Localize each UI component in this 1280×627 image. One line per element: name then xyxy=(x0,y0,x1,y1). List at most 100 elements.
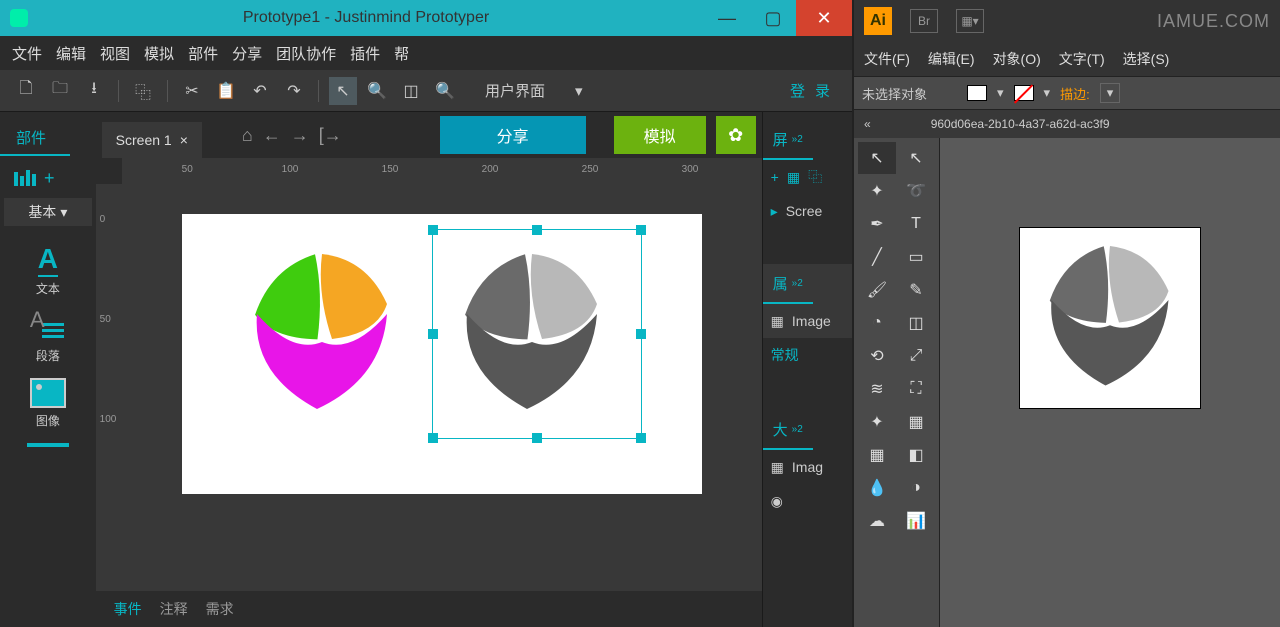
plus-icon[interactable]: + xyxy=(771,169,779,185)
ai-blob-icon[interactable]: ◔ xyxy=(858,307,896,339)
screens-tab[interactable]: 屏»2 xyxy=(763,120,813,160)
stroke-swatch[interactable] xyxy=(1014,85,1034,101)
ai-direct-icon[interactable]: ↖ xyxy=(897,142,935,174)
ai-wand-icon[interactable]: ✦ xyxy=(858,175,896,207)
ai-pen-icon[interactable]: ✒ xyxy=(858,208,896,240)
ai-type-icon[interactable]: T xyxy=(897,208,935,240)
menu-share[interactable]: 分享 xyxy=(232,43,262,64)
ai-free-icon[interactable]: ⛶ xyxy=(897,373,935,405)
menu-widgets[interactable]: 部件 xyxy=(188,43,218,64)
widgets-tab[interactable]: 部件 xyxy=(0,120,70,156)
ai-lasso-icon[interactable]: ➰ xyxy=(897,175,935,207)
ai-menu-file[interactable]: 文件(F) xyxy=(864,49,910,69)
minimize-button[interactable]: — xyxy=(704,0,750,36)
ai-canvas[interactable] xyxy=(940,138,1280,627)
close-tab-icon[interactable]: × xyxy=(180,132,188,148)
redo-icon[interactable]: ↷ xyxy=(280,77,308,105)
undo-icon[interactable]: ↶ xyxy=(246,77,274,105)
menu-simulate[interactable]: 模拟 xyxy=(144,43,174,64)
selection-box[interactable] xyxy=(432,229,642,439)
menu-file[interactable]: 文件 xyxy=(12,43,42,64)
canvas[interactable] xyxy=(122,184,762,591)
ai-doc-tab[interactable]: « 960d06ea-2b10-4a37-a62d-ac3f9 xyxy=(854,110,1280,138)
new-icon[interactable]: 🗋 xyxy=(12,77,40,105)
ai-symbol-icon[interactable]: ☁ xyxy=(858,505,896,537)
eye-icon[interactable]: ◉ xyxy=(771,493,783,510)
ai-rotate-icon[interactable]: ⟲ xyxy=(858,340,896,372)
events-tab[interactable]: 事件 xyxy=(114,599,142,619)
basic-button[interactable]: 基本▾ xyxy=(4,198,92,226)
dropdown-label: 用户界面 xyxy=(485,80,545,101)
menu-view[interactable]: 视图 xyxy=(100,43,130,64)
select-icon[interactable]: ↖ xyxy=(329,77,357,105)
fill-swatch[interactable] xyxy=(967,85,987,101)
watermark: IAMUE.COM xyxy=(1157,11,1270,32)
layout-icon[interactable]: ▦▾ xyxy=(956,9,984,33)
simulate-button[interactable]: 模拟 xyxy=(614,116,706,154)
ai-persp-icon[interactable]: ▦ xyxy=(897,406,935,438)
img-icon[interactable]: ▦ xyxy=(787,169,800,186)
add-icon[interactable]: + xyxy=(44,168,55,189)
save-icon[interactable]: ⭳ xyxy=(80,77,108,105)
maximize-button[interactable]: ▢ xyxy=(750,0,796,36)
menu-team[interactable]: 团队协作 xyxy=(276,43,336,64)
ai-pencil-icon[interactable]: ✎ xyxy=(897,274,935,306)
image-widget[interactable]: 图像 xyxy=(0,378,96,429)
home-icon[interactable]: ⌂ xyxy=(242,125,253,146)
text-widget[interactable]: A 文本 xyxy=(0,244,96,297)
menu-plugins[interactable]: 插件 xyxy=(350,43,380,64)
menu-edit[interactable]: 编辑 xyxy=(56,43,86,64)
back-icon[interactable]: ← xyxy=(263,125,281,146)
ai-rect-icon[interactable]: ▭ xyxy=(897,241,935,273)
view-dropdown[interactable]: 用户界面 ▾ xyxy=(475,76,593,105)
bridge-icon[interactable]: Br xyxy=(910,9,938,33)
props-tab[interactable]: 属»2 xyxy=(763,264,813,304)
open-icon[interactable]: 🗀 xyxy=(46,77,74,105)
requirements-tab[interactable]: 需求 xyxy=(206,599,234,619)
ai-menu-object[interactable]: 对象(O) xyxy=(993,49,1041,69)
share-button[interactable]: 分享 xyxy=(440,116,586,154)
ai-logo-gray[interactable] xyxy=(1020,228,1200,408)
ai-line-icon[interactable]: ╱ xyxy=(858,241,896,273)
window-title: Prototype1 - Justinmind Prototyper xyxy=(28,9,704,27)
size-tab[interactable]: 大»2 xyxy=(763,410,813,450)
zoom-icon[interactable]: 🔍 xyxy=(363,77,391,105)
paste-icon[interactable]: 📋 xyxy=(212,77,240,105)
ai-blend-icon[interactable]: ◑ xyxy=(897,472,935,504)
ai-eyedrop-icon[interactable]: 💧 xyxy=(858,472,896,504)
ai-graph-icon[interactable]: 📊 xyxy=(897,505,935,537)
login-link[interactable]: 登录 xyxy=(790,80,840,101)
ai-menu-select[interactable]: 选择(S) xyxy=(1123,49,1170,69)
ai-shape-icon[interactable]: ✦ xyxy=(858,406,896,438)
ai-menu-type[interactable]: 文字(T) xyxy=(1059,49,1105,69)
comments-tab[interactable]: 注释 xyxy=(160,599,188,619)
normal-section[interactable]: 常规 xyxy=(763,338,852,372)
color-logo[interactable] xyxy=(222,234,422,434)
ai-eraser-icon[interactable]: ◫ xyxy=(897,307,935,339)
ai-select-icon[interactable]: ↖ xyxy=(858,142,896,174)
screen-tab[interactable]: Screen 1 × xyxy=(102,122,202,158)
dup-icon[interactable]: ⿻ xyxy=(808,167,822,187)
stroke-width[interactable]: ▾ xyxy=(1100,83,1121,103)
ai-width-icon[interactable]: ≋ xyxy=(858,373,896,405)
forward-icon[interactable]: → xyxy=(291,125,309,146)
ai-mesh-icon[interactable]: ▦ xyxy=(858,439,896,471)
ruler-vertical: 0 50 100 xyxy=(96,184,122,591)
artboard[interactable] xyxy=(182,214,702,494)
eraser-icon[interactable]: ◫ xyxy=(397,77,425,105)
refresh-icon[interactable]: [→ xyxy=(319,125,342,146)
settings-button[interactable]: ✿ xyxy=(716,116,756,154)
copy-icon[interactable]: ⿻ xyxy=(129,77,157,105)
paragraph-widget[interactable]: A 段落 xyxy=(0,311,96,364)
ai-scale-icon[interactable]: ⤢ xyxy=(897,340,935,372)
zoom2-icon[interactable]: 🔍 xyxy=(431,77,459,105)
screen-item[interactable]: Scree xyxy=(786,203,823,219)
menu-help[interactable]: 帮 xyxy=(394,43,409,64)
ai-artboard[interactable] xyxy=(1020,228,1200,408)
ai-menu-edit[interactable]: 编辑(E) xyxy=(928,49,975,69)
ai-gradient-icon[interactable]: ◧ xyxy=(897,439,935,471)
ai-brush-icon[interactable]: 🖌 xyxy=(858,274,896,306)
close-button[interactable]: ✕ xyxy=(796,0,852,36)
ruler-horizontal: 50 100 150 200 250 300 xyxy=(122,158,762,184)
cut-icon[interactable]: ✂ xyxy=(178,77,206,105)
